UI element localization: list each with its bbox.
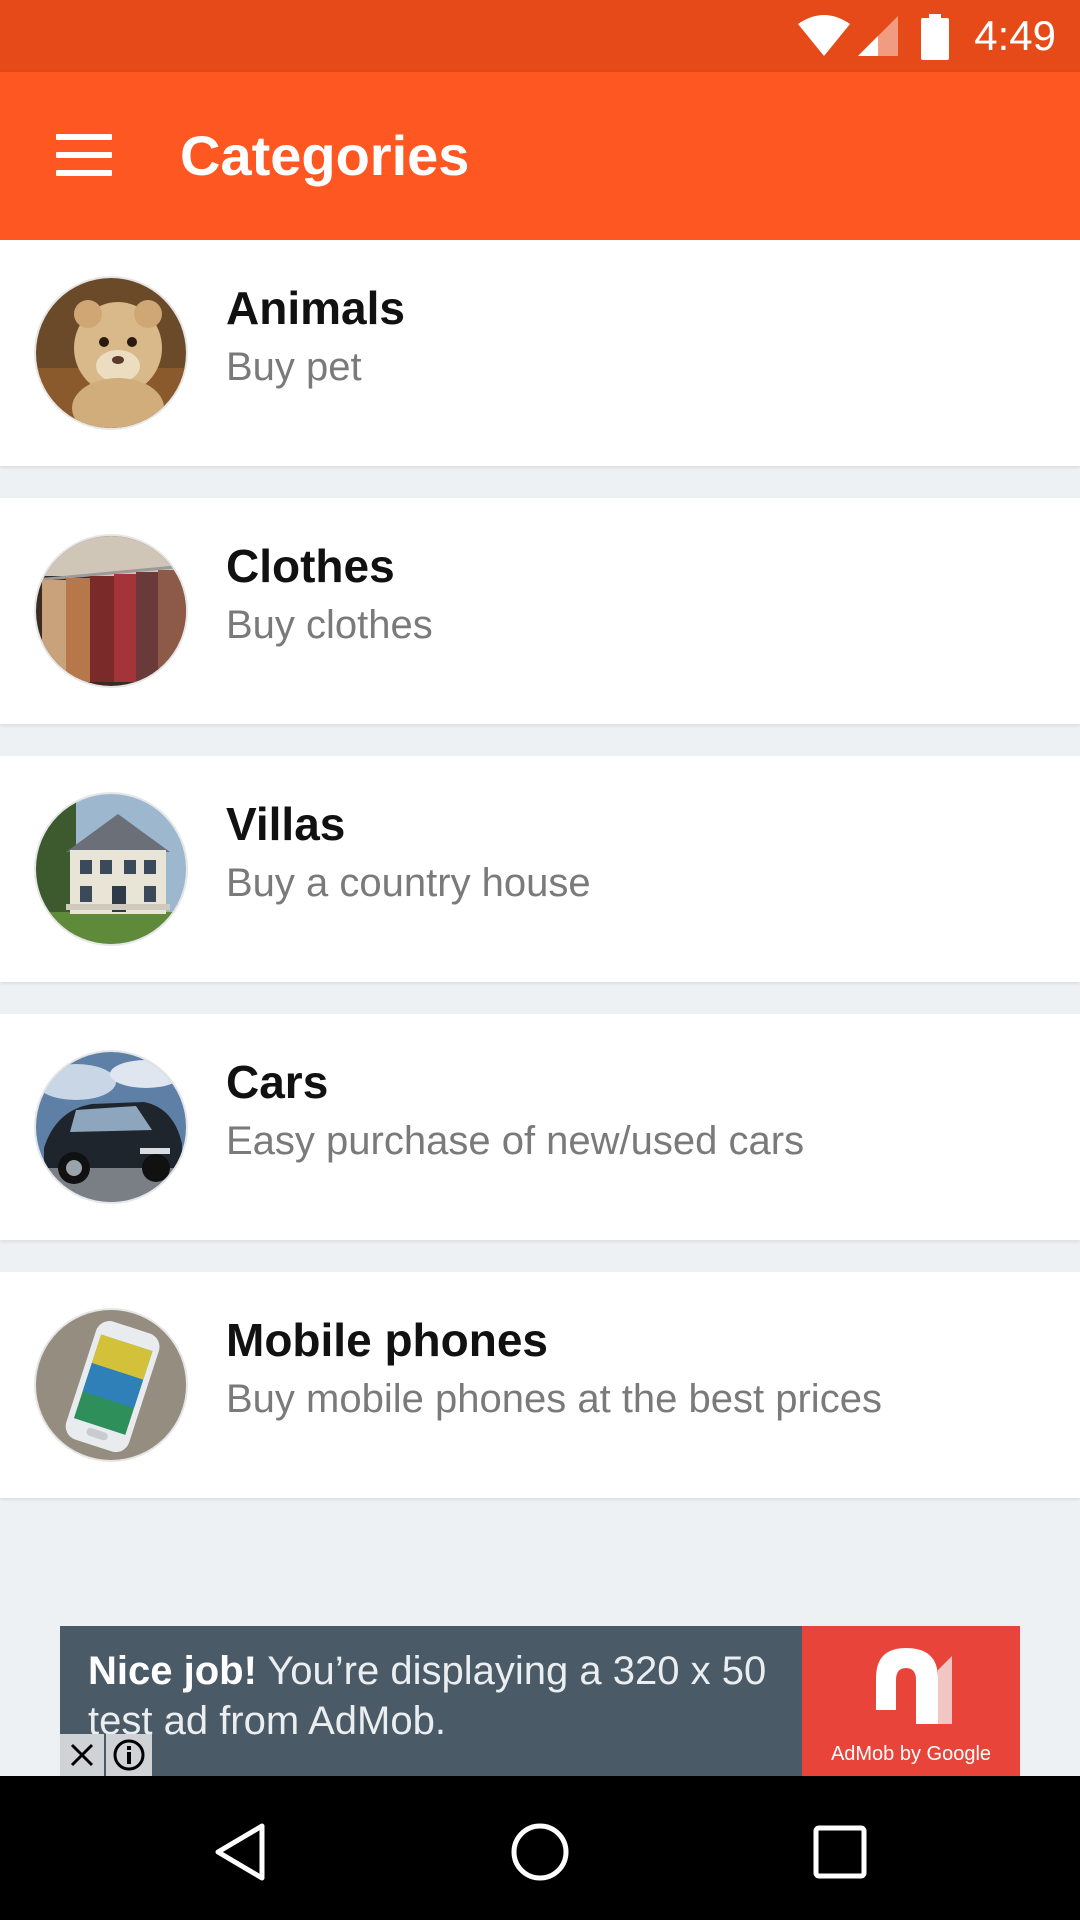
menu-icon[interactable] — [40, 114, 128, 198]
category-title: Animals — [226, 282, 405, 334]
house-photo — [36, 794, 186, 944]
lion-cub-photo — [36, 278, 186, 428]
category-subtitle: Buy clothes — [226, 603, 433, 647]
page-title: Categories — [180, 124, 470, 187]
category-title: Villas — [226, 798, 346, 850]
recents-icon[interactable] — [800, 1812, 880, 1892]
admob-icon — [876, 1648, 952, 1724]
status-bar: 4:49 — [0, 0, 1080, 72]
ad-headline: Nice job! — [88, 1649, 257, 1693]
category-subtitle: Buy mobile phones at the best prices — [226, 1377, 882, 1421]
category-card-villas[interactable]: Villas Buy a country house — [0, 756, 1080, 982]
category-subtitle: Easy purchase of new/used cars — [226, 1119, 805, 1163]
category-card-clothes[interactable]: Clothes Buy clothes — [0, 498, 1080, 724]
ad-brand-label: AdMob by Google — [830, 1743, 992, 1765]
battery-icon — [921, 14, 949, 60]
admob-logo: AdMob by Google — [802, 1626, 1020, 1776]
wifi-icon — [798, 15, 850, 56]
category-title: Clothes — [226, 540, 395, 592]
category-card-cars[interactable]: Cars Easy purchase of new/used cars — [0, 1014, 1080, 1240]
category-subtitle: Buy pet — [226, 345, 362, 389]
category-title: Cars — [226, 1056, 329, 1108]
info-icon[interactable] — [106, 1734, 152, 1776]
ad-banner[interactable]: Nice job! You’re displaying a 320 x 50 t… — [60, 1626, 1020, 1776]
close-icon[interactable] — [60, 1734, 104, 1776]
back-icon[interactable] — [200, 1812, 280, 1892]
category-title: Mobile phones — [226, 1314, 548, 1366]
category-card-mobile-phones[interactable]: Mobile phones Buy mobile phones at the b… — [0, 1272, 1080, 1498]
clothes-rack-photo — [36, 536, 186, 686]
home-icon[interactable] — [500, 1812, 580, 1892]
navigation-bar — [0, 1776, 1080, 1920]
ad-text: Nice job! You’re displaying a 320 x 50 t… — [88, 1646, 828, 1746]
app-bar: Categories — [0, 72, 1080, 240]
smartphone-photo — [36, 1310, 186, 1460]
status-time: 4:49 — [974, 12, 1056, 59]
signal-icon — [858, 16, 898, 56]
category-subtitle: Buy a country house — [226, 861, 591, 905]
category-card-animals[interactable]: Animals Buy pet — [0, 240, 1080, 466]
car-photo — [36, 1052, 186, 1202]
